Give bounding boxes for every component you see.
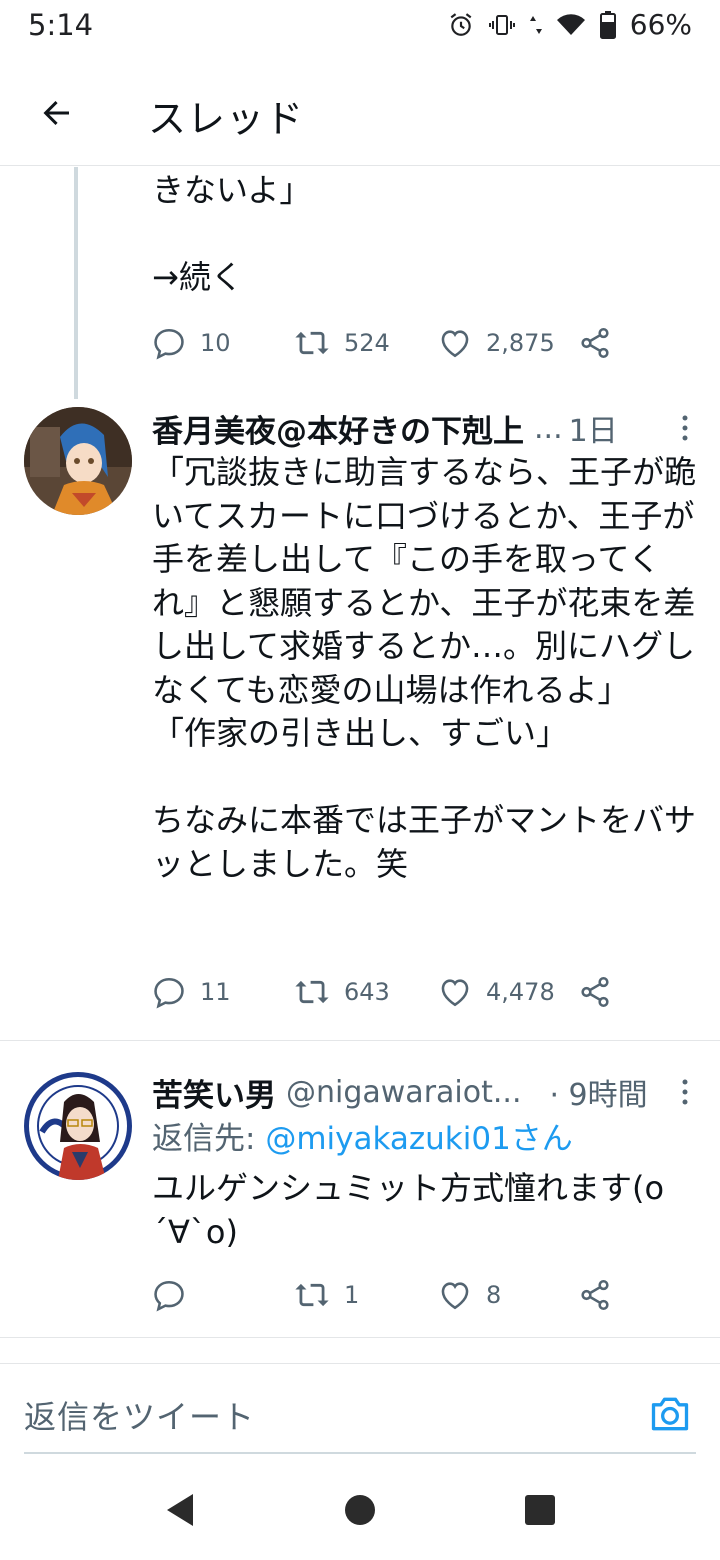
more-options-button[interactable] [680, 1077, 690, 1111]
retweet-count: 643 [344, 978, 390, 1006]
camera-button[interactable] [648, 1392, 696, 1440]
header: スレッド [0, 60, 720, 166]
back-triangle-icon [167, 1494, 193, 1526]
system-recents-button[interactable] [518, 1488, 562, 1532]
retweet-icon [295, 980, 329, 1004]
reply-count: 10 [200, 329, 231, 357]
divider [0, 1337, 720, 1338]
retweet-icon [295, 331, 329, 355]
tweet-actions: 1 8 [152, 1275, 622, 1315]
reply-composer: 返信をツイート [0, 1363, 720, 1455]
home-circle-icon [345, 1495, 375, 1525]
handle: @nigawaraiot... [286, 1074, 522, 1110]
more-vertical-icon [682, 415, 688, 441]
heart-icon [441, 330, 469, 358]
tweet-actions: 11 643 4,478 [152, 972, 622, 1012]
tweet-text: ユルゲンシュミット方式憧れます(o ´∀`o) [152, 1169, 665, 1251]
status-bar: 5:14 66% [0, 0, 720, 52]
share-icon [581, 1279, 609, 1311]
tweet-header: 香月美夜@本好きの下剋上 ... 1日 [152, 405, 700, 451]
share-icon [581, 976, 609, 1008]
share-icon [581, 327, 609, 359]
status-time: 5:14 [28, 8, 94, 42]
camera-icon [651, 1397, 689, 1431]
tweet-text: 「冗談抜きに助言するなら、王子が跪いてスカートに口づけるとか、王子が手を差し出し… [152, 453, 697, 883]
reply-to-label: 返信先: [152, 1121, 266, 1157]
reply-icon [154, 977, 184, 1009]
system-nav-bar [0, 1460, 720, 1560]
data-arrows-icon [529, 12, 542, 38]
reply-to-line: 返信先: @miyakazuki01さん [152, 1117, 573, 1161]
tweet-time: 1日 [568, 414, 618, 449]
battery-icon [599, 10, 616, 39]
more-options-button[interactable] [680, 413, 690, 447]
like-count: 4,478 [486, 978, 555, 1006]
share-button[interactable] [578, 972, 612, 1012]
like-button[interactable]: 2,875 [438, 323, 555, 363]
battery-percent: 66% [629, 8, 692, 41]
page-title: スレッド [148, 97, 305, 141]
reply-input[interactable]: 返信をツイート [24, 1378, 696, 1454]
back-button[interactable] [30, 86, 84, 140]
reply-to-user-link[interactable]: @miyakazuki01さん [265, 1121, 573, 1157]
heart-icon [441, 979, 469, 1007]
retweet-count: 524 [344, 329, 390, 357]
heart-icon [441, 1282, 469, 1310]
avatar[interactable] [24, 407, 132, 515]
retweet-button[interactable]: 643 [294, 972, 390, 1012]
tweet-time: · 9時間 [549, 1078, 648, 1113]
system-home-button[interactable] [338, 1488, 382, 1532]
divider [0, 1040, 720, 1041]
reply-button[interactable]: 10 [152, 323, 231, 363]
like-button[interactable]: 8 [438, 1275, 501, 1315]
like-button[interactable]: 4,478 [438, 972, 555, 1012]
tweet-actions: 10 524 2,875 [152, 323, 622, 363]
retweet-button[interactable]: 524 [294, 323, 390, 363]
arrow-left-icon [43, 101, 69, 125]
retweet-count: 1 [344, 1281, 360, 1309]
reply-button[interactable]: 11 [152, 972, 231, 1012]
thread-content[interactable]: きないよ」 →続く 10 524 2,875 香月美夜@本好きの下剋上 ... … [0, 167, 720, 1362]
reply-icon [154, 328, 184, 360]
reply-icon [154, 1280, 184, 1312]
handle: ... [534, 410, 563, 446]
reply-button[interactable] [152, 1275, 200, 1315]
display-name[interactable]: 香月美夜@本好きの下剋上 [152, 406, 524, 451]
wifi-icon [556, 12, 586, 38]
status-icons: 66% [448, 8, 692, 41]
recents-square-icon [525, 1495, 555, 1525]
reply-count: 11 [200, 978, 231, 1006]
avatar[interactable] [24, 1072, 132, 1180]
vibrate-icon [488, 12, 516, 38]
share-button[interactable] [578, 323, 612, 363]
tweet-header: 苦笑い男 @nigawaraiot... · 9時間 [152, 1069, 700, 1115]
retweet-icon [295, 1283, 329, 1307]
like-count: 8 [486, 1281, 502, 1309]
system-back-button[interactable] [158, 1488, 202, 1532]
like-count: 2,875 [486, 329, 555, 357]
reply-placeholder: 返信をツイート [24, 1398, 256, 1436]
thread-connector-line [74, 167, 78, 399]
retweet-button[interactable]: 1 [294, 1275, 359, 1315]
more-vertical-icon [682, 1079, 688, 1105]
tweet-text: きないよ」 →続く [152, 171, 312, 296]
alarm-icon [448, 12, 474, 38]
share-button[interactable] [578, 1275, 612, 1315]
display-name[interactable]: 苦笑い男 [152, 1070, 276, 1115]
